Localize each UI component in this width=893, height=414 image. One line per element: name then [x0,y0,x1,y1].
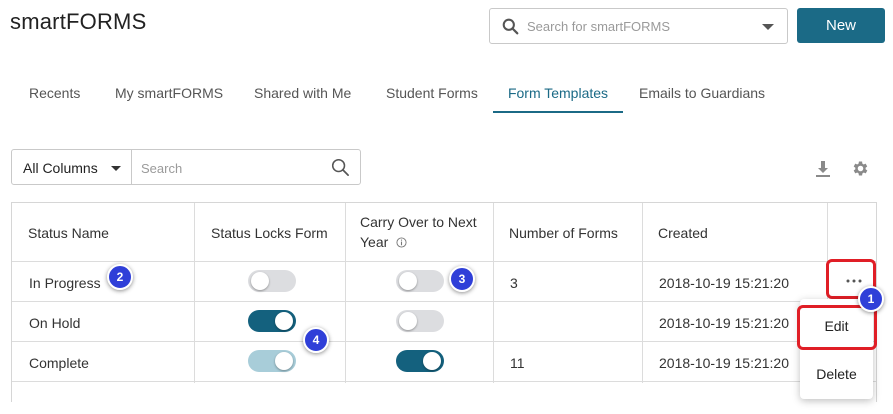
column-divider [493,203,494,383]
download-icon[interactable] [815,160,831,178]
status-locks-toggle-on-hold[interactable] [248,310,296,332]
column-filter-select[interactable]: All Columns [11,149,132,185]
status-table: Status Name Status Locks Form Carry Over… [11,202,877,402]
row-divider [12,301,876,302]
step-marker-2: 2 [107,264,133,290]
search-icon [502,18,519,35]
header-created[interactable]: Created [658,223,708,281]
header-carry-over-line2: Year [360,232,477,252]
tab-my-smartforms[interactable]: My smartFORMS [115,82,223,113]
toggle-knob [399,312,417,330]
column-divider [642,203,643,383]
toggle-knob [275,352,293,370]
tab-emails-to-guardians[interactable]: Emails to Guardians [639,82,765,113]
row-3-created: 2018-10-19 15:21:20 [659,355,789,371]
search-icon[interactable] [331,158,350,177]
app-title: smartFORMS [10,9,147,34]
status-locks-toggle-complete[interactable] [248,350,296,372]
row-2-created: 2018-10-19 15:21:20 [659,315,789,331]
active-tab-underline [493,111,623,113]
row-divider [12,261,876,262]
tab-recents[interactable]: Recents [29,82,80,113]
header-status-name[interactable]: Status Name [28,223,109,281]
table-search-input[interactable]: Search [131,149,361,185]
table-search-placeholder: Search [141,161,183,176]
toggle-knob [275,312,293,330]
chevron-down-icon[interactable] [762,24,774,30]
step-marker-4: 4 [303,327,329,353]
row-divider [12,341,876,342]
row-2-status-name: On Hold [29,315,81,331]
step-marker-3: 3 [449,266,475,292]
global-search-placeholder: Search for smartFORMS [527,19,671,34]
toggle-knob [399,272,417,290]
tab-shared-with-me[interactable]: Shared with Me [254,82,351,113]
more-horizontal-icon [846,279,862,283]
menu-item-delete[interactable]: Delete [800,354,873,394]
carry-over-toggle-complete[interactable] [396,350,444,372]
toggle-knob [251,272,269,290]
column-divider [194,203,195,383]
status-locks-toggle-in-progress[interactable] [248,270,296,292]
carry-over-toggle-on-hold[interactable] [396,310,444,332]
header-number-of-forms[interactable]: Number of Forms [509,223,618,281]
toggle-knob [423,352,441,370]
info-icon[interactable] [396,237,407,248]
step-marker-1: 1 [858,286,884,312]
chevron-down-icon [111,166,121,171]
row-1-created: 2018-10-19 15:21:20 [659,275,789,291]
tab-form-templates[interactable]: Form Templates [493,82,623,113]
column-filter-label: All Columns [23,160,98,176]
tab-student-forms[interactable]: Student Forms [386,82,478,113]
row-3-status-name: Complete [29,355,89,371]
global-search-input[interactable]: Search for smartFORMS [489,8,788,44]
edit-highlight-box [797,305,877,350]
row-1-number-of-forms: 3 [510,275,518,291]
row-1-status-name: In Progress [29,275,101,291]
column-divider [345,203,346,383]
carry-over-toggle-in-progress[interactable] [396,270,444,292]
gear-icon[interactable] [851,159,870,178]
header-carry-over-line1: Carry Over to Next [360,214,477,230]
row-3-number-of-forms: 11 [510,355,525,371]
new-button[interactable]: New [797,8,885,43]
row-divider [12,381,876,382]
